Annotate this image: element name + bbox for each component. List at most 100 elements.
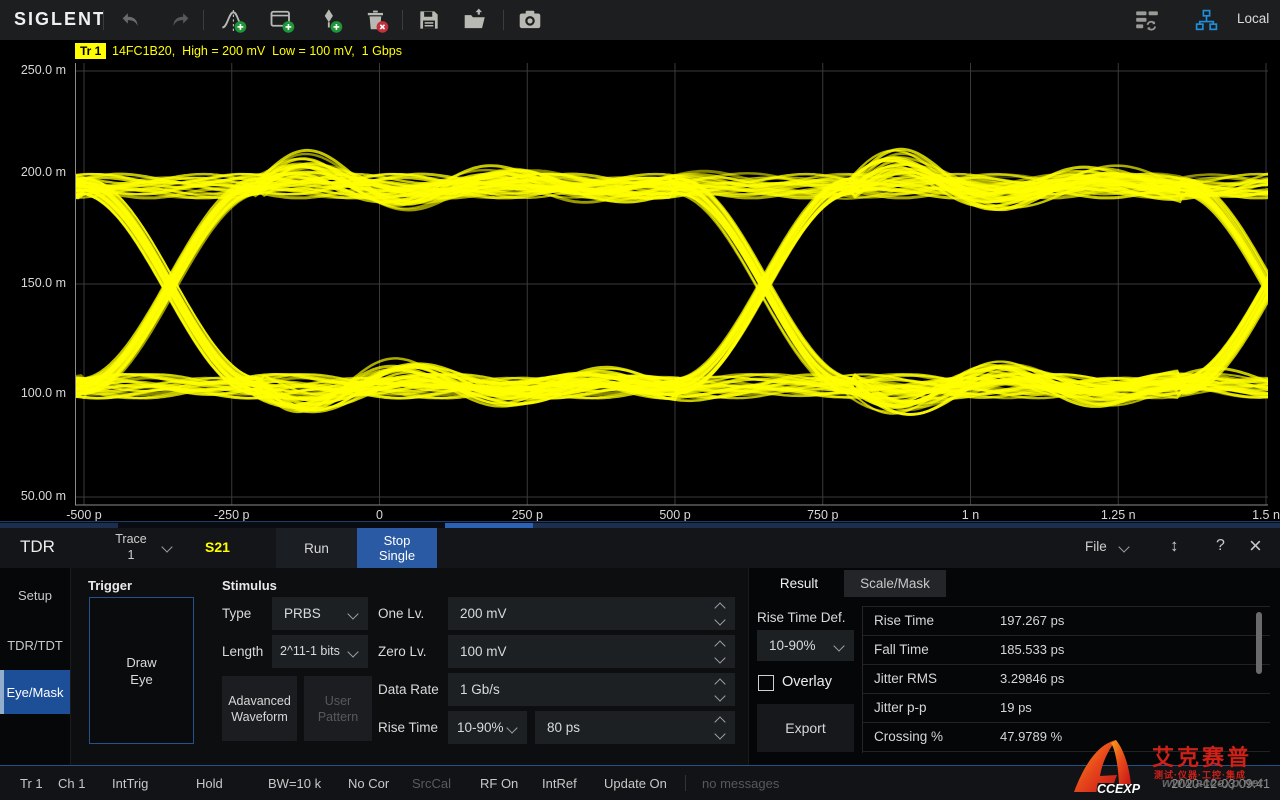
x-tick-label: 250 p bbox=[512, 508, 543, 522]
table-row: Jitter RMS3.29846 ps bbox=[863, 665, 1270, 694]
status-item-rf-on: RF On bbox=[480, 776, 518, 791]
data-rate-input[interactable]: 1 Gb/s bbox=[448, 673, 735, 706]
rise-time-def-dropdown[interactable]: 10-90% bbox=[448, 711, 527, 744]
rise-time-input[interactable]: 80 ps bbox=[535, 711, 735, 744]
advanced-waveform-button[interactable]: Adavanced Waveform bbox=[222, 676, 297, 741]
spin-up-icon[interactable] bbox=[714, 716, 725, 727]
sidebar-item-tdr-tdt[interactable]: TDR/TDT bbox=[0, 632, 70, 658]
spin-down-icon[interactable] bbox=[714, 728, 725, 739]
delete-trace-icon[interactable] bbox=[362, 6, 390, 34]
toolbar-separator bbox=[203, 10, 204, 30]
user-pattern-line2: Pattern bbox=[318, 709, 358, 725]
results-scrollbar-thumb[interactable] bbox=[1256, 612, 1262, 674]
status-item-srccal: SrcCal bbox=[412, 776, 451, 791]
result-name: Jitter RMS bbox=[874, 671, 937, 686]
tab-result[interactable]: Result bbox=[756, 570, 842, 597]
trace-selector-number: 1 bbox=[103, 547, 159, 563]
table-row: Crossing %47.9789 % bbox=[863, 723, 1270, 752]
panel-title: TDR bbox=[20, 537, 55, 557]
resize-panel-icon[interactable]: ↕ bbox=[1170, 536, 1179, 556]
type-label: Type bbox=[222, 597, 251, 630]
x-tick-label: 750 p bbox=[807, 508, 838, 522]
spin-down-icon[interactable] bbox=[714, 652, 725, 663]
stop-label-line1: Stop bbox=[384, 533, 411, 548]
status-messages: no messages bbox=[702, 776, 779, 791]
open-icon[interactable] bbox=[461, 6, 489, 34]
result-name: Jitter p-p bbox=[874, 700, 927, 715]
chevron-down-icon bbox=[347, 646, 358, 657]
spin-up-icon[interactable] bbox=[714, 678, 725, 689]
one-level-label: One Lv. bbox=[378, 597, 424, 630]
status-item-inttrig: IntTrig bbox=[112, 776, 148, 791]
draw-eye-line2: Eye bbox=[130, 671, 152, 688]
type-dropdown[interactable]: PRBS bbox=[272, 597, 368, 630]
rise-time-label: Rise Time bbox=[378, 711, 438, 744]
rise-time-def-dropdown-result[interactable]: 10-90% bbox=[757, 630, 854, 661]
overlay-label: Overlay bbox=[782, 674, 832, 690]
data-rate-label: Data Rate bbox=[378, 673, 439, 706]
eye-diagram-canvas bbox=[75, 63, 1268, 506]
chevron-down-icon bbox=[833, 640, 844, 651]
s-parameter-label: S21 bbox=[205, 539, 230, 555]
trace-selector[interactable]: Trace 1 bbox=[103, 531, 159, 563]
y-tick-label: 150.0 m bbox=[0, 276, 66, 290]
user-pattern-button[interactable]: User Pattern bbox=[304, 676, 372, 741]
result-value: 197.267 ps bbox=[1000, 613, 1064, 628]
sidebar-item-eye-mask[interactable]: Eye/Mask bbox=[0, 670, 70, 714]
tab-scale-mask[interactable]: Scale/Mask bbox=[844, 570, 946, 597]
x-tick-label: 0 bbox=[376, 508, 383, 522]
result-name: Rise Time bbox=[874, 613, 934, 628]
chevron-down-icon bbox=[1118, 541, 1129, 552]
run-button[interactable]: Run bbox=[276, 528, 357, 568]
screenshot-icon[interactable] bbox=[516, 6, 544, 34]
tdr-panel-body: Setup TDR/TDT Eye/Mask Trigger Draw Eye … bbox=[0, 568, 1280, 766]
spin-up-icon[interactable] bbox=[714, 602, 725, 613]
stop-label-line2: Single bbox=[379, 548, 415, 563]
siglent-logo: SIGLENT bbox=[14, 9, 106, 30]
overlay-checkbox[interactable] bbox=[758, 675, 774, 691]
one-level-input[interactable]: 200 mV bbox=[448, 597, 735, 630]
result-value: 19 ps bbox=[1000, 700, 1032, 715]
undo-icon[interactable] bbox=[117, 6, 145, 34]
close-icon[interactable]: × bbox=[1249, 533, 1262, 559]
chevron-down-icon bbox=[161, 541, 172, 552]
add-trace-icon[interactable] bbox=[220, 6, 248, 34]
export-button[interactable]: Export bbox=[757, 704, 854, 752]
redo-icon[interactable] bbox=[165, 6, 193, 34]
spin-down-icon[interactable] bbox=[714, 614, 725, 625]
spin-down-icon[interactable] bbox=[714, 690, 725, 701]
spinner-control[interactable] bbox=[713, 711, 727, 744]
local-remote-indicator[interactable]: Local bbox=[1237, 11, 1269, 26]
add-marker-icon[interactable] bbox=[316, 6, 344, 34]
eye-diagram-plot: 250.0 m200.0 m150.0 m100.0 m50.00 m -500… bbox=[0, 62, 1280, 521]
sidebar-item-setup[interactable]: Setup bbox=[0, 582, 70, 608]
length-dropdown[interactable]: 2^11-1 bits bbox=[272, 635, 368, 668]
stop-single-button[interactable]: Stop Single bbox=[357, 528, 437, 568]
window-layout-icon[interactable] bbox=[1133, 6, 1161, 34]
toolbar-separator bbox=[402, 10, 403, 30]
status-item-ch-1: Ch 1 bbox=[58, 776, 85, 791]
y-tick-label: 200.0 m bbox=[0, 165, 66, 179]
x-tick-label: 500 p bbox=[659, 508, 690, 522]
save-icon[interactable] bbox=[415, 6, 443, 34]
spin-up-icon[interactable] bbox=[714, 640, 725, 651]
trace-badge[interactable]: Tr 1 bbox=[75, 43, 106, 59]
help-icon[interactable]: ? bbox=[1216, 537, 1225, 555]
network-icon[interactable] bbox=[1192, 6, 1220, 34]
rise-time-def-label: Rise Time Def. bbox=[757, 610, 846, 625]
result-name: Crossing % bbox=[874, 729, 943, 744]
file-menu[interactable]: File bbox=[1085, 539, 1107, 554]
data-rate-value: 1 Gb/s bbox=[460, 682, 500, 697]
zero-level-input[interactable]: 100 mV bbox=[448, 635, 735, 668]
table-row: Fall Time185.533 ps bbox=[863, 636, 1270, 665]
spinner-control[interactable] bbox=[713, 597, 727, 630]
results-table: Rise Time197.267 psFall Time185.533 psJi… bbox=[862, 606, 1270, 753]
spinner-control[interactable] bbox=[713, 635, 727, 668]
advanced-waveform-line2: Waveform bbox=[231, 709, 288, 725]
stimulus-group-label: Stimulus bbox=[222, 578, 277, 593]
add-window-icon[interactable] bbox=[268, 6, 296, 34]
spinner-control[interactable] bbox=[713, 673, 727, 706]
status-item-no-cor: No Cor bbox=[348, 776, 389, 791]
draw-eye-button[interactable]: Draw Eye bbox=[89, 597, 194, 744]
trigger-group-label: Trigger bbox=[88, 578, 132, 593]
